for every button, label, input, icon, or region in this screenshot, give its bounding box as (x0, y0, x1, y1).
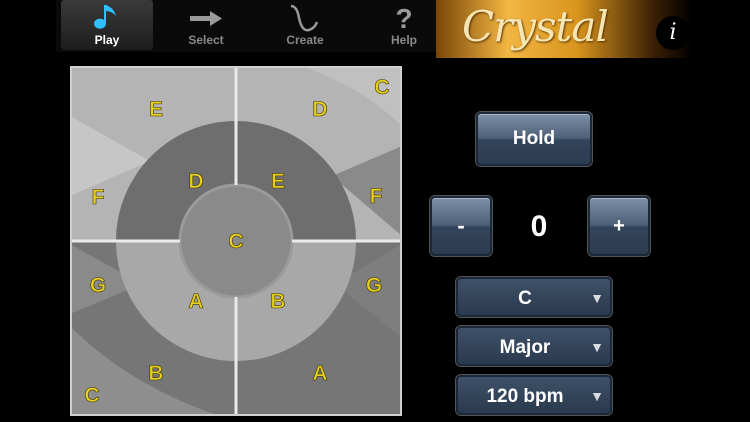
label-outer-a: A (312, 362, 327, 385)
tab-select-label: Select (188, 33, 224, 47)
tab-create-label: Create (286, 33, 324, 47)
label-outer-e: E (149, 98, 163, 121)
key-select[interactable]: C ▼ (456, 277, 612, 317)
chevron-down-icon: ▼ (590, 290, 604, 306)
label-outer-g-right: G (366, 274, 382, 297)
tempo-select[interactable]: 120 bpm ▼ (456, 375, 612, 415)
label-outer-d: D (312, 98, 327, 121)
scale-select-value: Major (499, 337, 551, 358)
label-inner-e: E (271, 170, 285, 193)
label-outer-f-left: F (92, 186, 105, 209)
label-outer-c-bottom: C (84, 384, 99, 407)
label-inner-b: B (270, 290, 285, 313)
app-banner: Crystal (436, 0, 692, 58)
arrow-right-icon (190, 11, 222, 26)
label-outer-g-left: G (90, 274, 106, 297)
note-keypad: E D C F F G G B A C D E A B C (70, 66, 402, 416)
chevron-down-icon: ▼ (590, 388, 604, 404)
label-inner-d: D (188, 170, 203, 193)
label-outer-b: B (148, 362, 163, 385)
waveform-icon (290, 4, 319, 32)
transpose-down-button[interactable]: - (430, 196, 492, 256)
tab-play-label: Play (94, 33, 120, 47)
hold-button[interactable]: Hold (476, 112, 592, 166)
label-outer-f-right: F (370, 185, 383, 208)
music-note-icon (94, 5, 116, 29)
info-button[interactable]: i (656, 16, 690, 50)
tab-play[interactable]: Play (61, 0, 153, 50)
label-outer-c-top: C (374, 76, 389, 99)
app-logo-title: Crystal (462, 2, 609, 51)
key-select-value: C (518, 288, 532, 309)
transpose-value: 0 (530, 210, 548, 243)
tab-select[interactable]: Select (160, 0, 252, 50)
tab-create[interactable]: Create (259, 0, 351, 50)
chevron-down-icon: ▼ (590, 339, 604, 355)
transpose-up-button[interactable]: + (588, 196, 650, 256)
tempo-select-value: 120 bpm (486, 386, 564, 407)
question-mark-icon: ? (395, 3, 412, 34)
scale-select[interactable]: Major ▼ (456, 326, 612, 366)
label-center-c: C (228, 230, 243, 253)
label-inner-a: A (188, 290, 203, 313)
svg-text:?: ? (395, 3, 412, 34)
tab-bar: Play Select Create ? Help (56, 0, 436, 52)
